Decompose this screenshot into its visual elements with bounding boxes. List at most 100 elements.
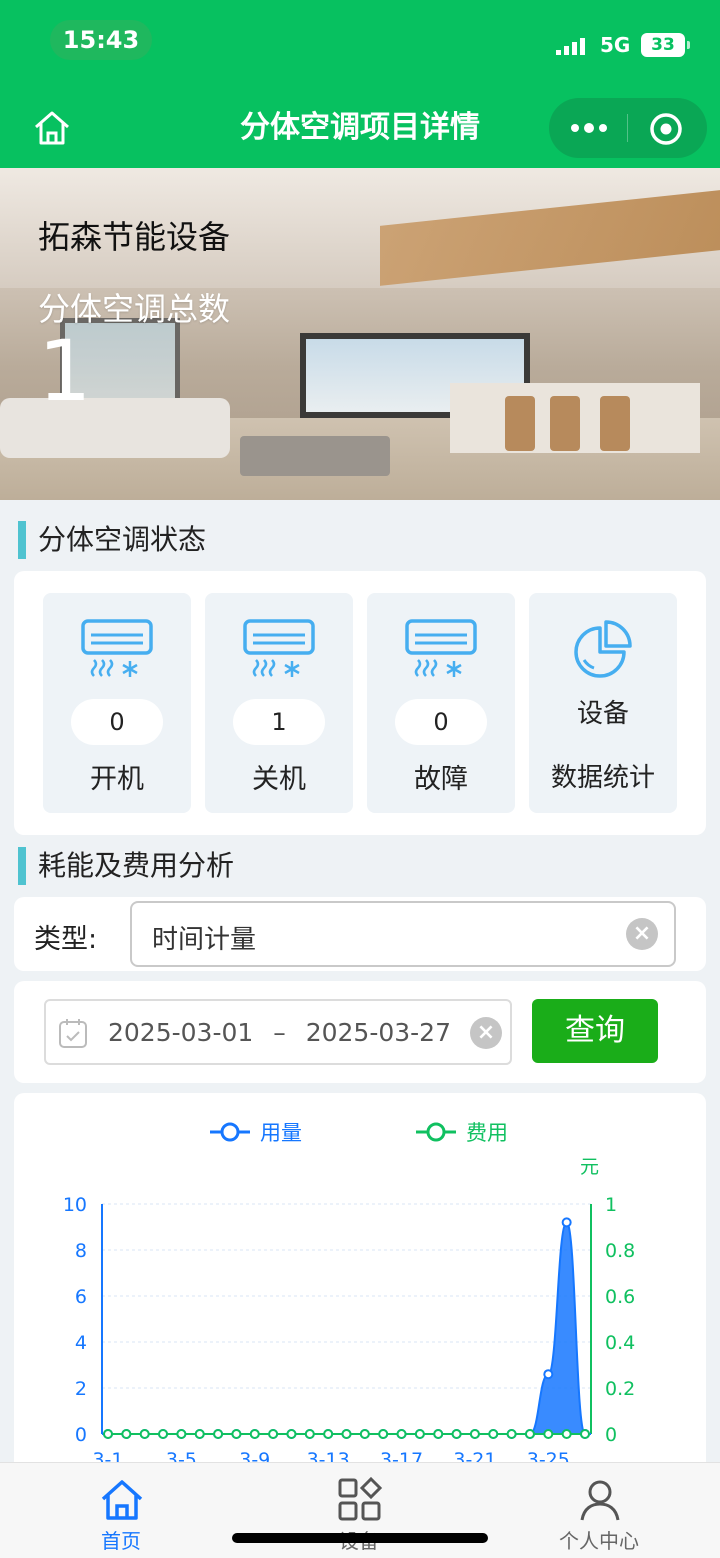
battery-icon: 33 xyxy=(641,33,690,57)
cost-point xyxy=(139,1429,150,1439)
usage-area xyxy=(108,1222,585,1434)
usage-chart-card: 用量 费用元 10 8 6 4 2 0 1 0.8 0.6 0.4 0.2 0 3-1 3-5 3-9 3-13 3… xyxy=(14,1093,706,1473)
cost-point xyxy=(524,1429,535,1439)
label-off: 关机 xyxy=(252,764,306,795)
type-value: 时间计量 xyxy=(152,925,257,955)
y2-unit: 元 xyxy=(580,1156,599,1178)
y2-tick-label: 0.2 xyxy=(605,1378,635,1400)
tab-profile-label: 个人中心 xyxy=(559,1529,639,1553)
cost-point xyxy=(231,1429,242,1439)
network-type: 5G xyxy=(600,33,631,57)
date-row: 2025-03-01 – 2025-03-27 × 查询 xyxy=(14,981,706,1083)
cost-point xyxy=(213,1429,224,1439)
tab-home[interactable]: 首页 xyxy=(51,1477,191,1557)
y2-tick-label: 0.6 xyxy=(605,1286,635,1308)
cost-point xyxy=(176,1429,187,1439)
cost-point xyxy=(396,1429,407,1439)
usage-point xyxy=(561,1217,572,1228)
usage-point xyxy=(543,1369,554,1380)
cost-point xyxy=(323,1429,334,1439)
label-on: 开机 xyxy=(90,764,144,795)
query-button[interactable]: 查询 xyxy=(532,999,658,1063)
home-icon xyxy=(101,1480,143,1520)
cost-point xyxy=(433,1429,444,1439)
status-card: 0 开机 1 关机 0 故障 设备 数据统计 xyxy=(14,571,706,835)
company-name: 拓森节能设备 xyxy=(38,218,231,256)
legend-cost: 费用 xyxy=(466,1121,508,1145)
cost-point xyxy=(304,1429,315,1439)
cost-point xyxy=(561,1429,572,1439)
status-time: 15:43 xyxy=(50,20,152,60)
y2-tick-label: 0 xyxy=(605,1424,617,1446)
cost-point xyxy=(268,1429,279,1439)
clear-type-icon[interactable]: × xyxy=(626,918,658,950)
cost-point xyxy=(543,1429,554,1439)
cost-point xyxy=(506,1429,517,1439)
legend-marker xyxy=(220,1122,240,1142)
page-title: 分体空调项目详情 xyxy=(240,110,480,145)
count-off: 1 xyxy=(233,699,325,745)
date-start: 2025-03-01 xyxy=(108,1018,254,1047)
cellular-signal-icon xyxy=(556,38,585,55)
close-miniprogram-icon[interactable] xyxy=(647,110,685,148)
cost-point xyxy=(103,1429,113,1439)
home-indicator xyxy=(232,1533,488,1543)
tab-device[interactable]: 设备 xyxy=(289,1477,429,1557)
top-bar: 15:43 5G 33 分体空调项目详情 xyxy=(0,0,720,168)
cost-point xyxy=(121,1429,132,1439)
tab-home-label: 首页 xyxy=(101,1529,141,1553)
usage-chart: 用量 费用元108642010.80.60.40.203-1 3-5 3-9 3-13 3… xyxy=(63,1121,635,1471)
y-tick-label: 10 xyxy=(63,1194,87,1216)
count-fault: 0 xyxy=(395,699,487,745)
type-label: 类型: xyxy=(34,924,98,955)
cost-point xyxy=(286,1429,297,1439)
statistics-line1: 设备 xyxy=(576,699,629,729)
air-conditioner-icon xyxy=(405,619,477,677)
label-fault: 故障 xyxy=(414,764,468,795)
legend-marker xyxy=(426,1122,446,1142)
date-end: 2025-03-27 xyxy=(305,1018,451,1047)
calendar-icon xyxy=(59,1019,87,1048)
type-select[interactable]: 时间计量 × xyxy=(130,901,676,967)
y-tick-label: 0 xyxy=(75,1424,87,1446)
clear-date-icon[interactable]: × xyxy=(470,1017,502,1049)
air-conditioner-icon xyxy=(243,619,315,677)
mini-program-capsule xyxy=(549,98,707,158)
date-separator: – xyxy=(273,1018,286,1047)
count-on: 0 xyxy=(71,699,163,745)
tab-bar: 首页 设备 个人中心 xyxy=(0,1462,720,1558)
home-icon[interactable] xyxy=(30,106,74,150)
cost-point xyxy=(414,1429,425,1439)
cost-point xyxy=(469,1429,480,1439)
usage-line xyxy=(107,1221,586,1435)
cost-point xyxy=(488,1429,499,1439)
tile-on[interactable]: 0 开机 xyxy=(43,593,191,813)
tile-statistics[interactable]: 设备 数据统计 xyxy=(529,593,677,813)
tile-off[interactable]: 1 关机 xyxy=(205,593,353,813)
date-range-picker[interactable]: 2025-03-01 – 2025-03-27 × xyxy=(44,999,512,1065)
statistics-line2: 数据统计 xyxy=(550,763,655,793)
cost-point xyxy=(194,1429,205,1439)
cost-point xyxy=(249,1429,260,1439)
user-icon xyxy=(580,1480,620,1521)
more-icon[interactable] xyxy=(567,112,611,144)
device-grid-icon xyxy=(338,1477,383,1521)
total-count: 1 xyxy=(38,322,92,420)
cost-point xyxy=(378,1429,389,1439)
y2-tick-label: 0.8 xyxy=(605,1240,635,1262)
y-tick-label: 2 xyxy=(75,1378,87,1400)
cost-point xyxy=(580,1429,590,1439)
cost-point xyxy=(158,1429,169,1439)
y2-tick-label: 0.4 xyxy=(605,1332,635,1354)
cost-point xyxy=(341,1429,352,1439)
banner: 拓森节能设备 分体空调总数 1 xyxy=(0,168,720,500)
date-range-text: 2025-03-01 – 2025-03-27 xyxy=(108,1018,451,1047)
y-tick-label: 4 xyxy=(75,1332,87,1354)
tab-profile[interactable]: 个人中心 xyxy=(529,1477,669,1557)
tile-fault[interactable]: 0 故障 xyxy=(367,593,515,813)
y-tick-label: 6 xyxy=(75,1286,87,1308)
pie-chart-icon xyxy=(574,620,632,678)
y-tick-label: 8 xyxy=(75,1240,87,1262)
cost-point xyxy=(451,1429,462,1439)
legend-usage: 用量 xyxy=(260,1121,302,1145)
